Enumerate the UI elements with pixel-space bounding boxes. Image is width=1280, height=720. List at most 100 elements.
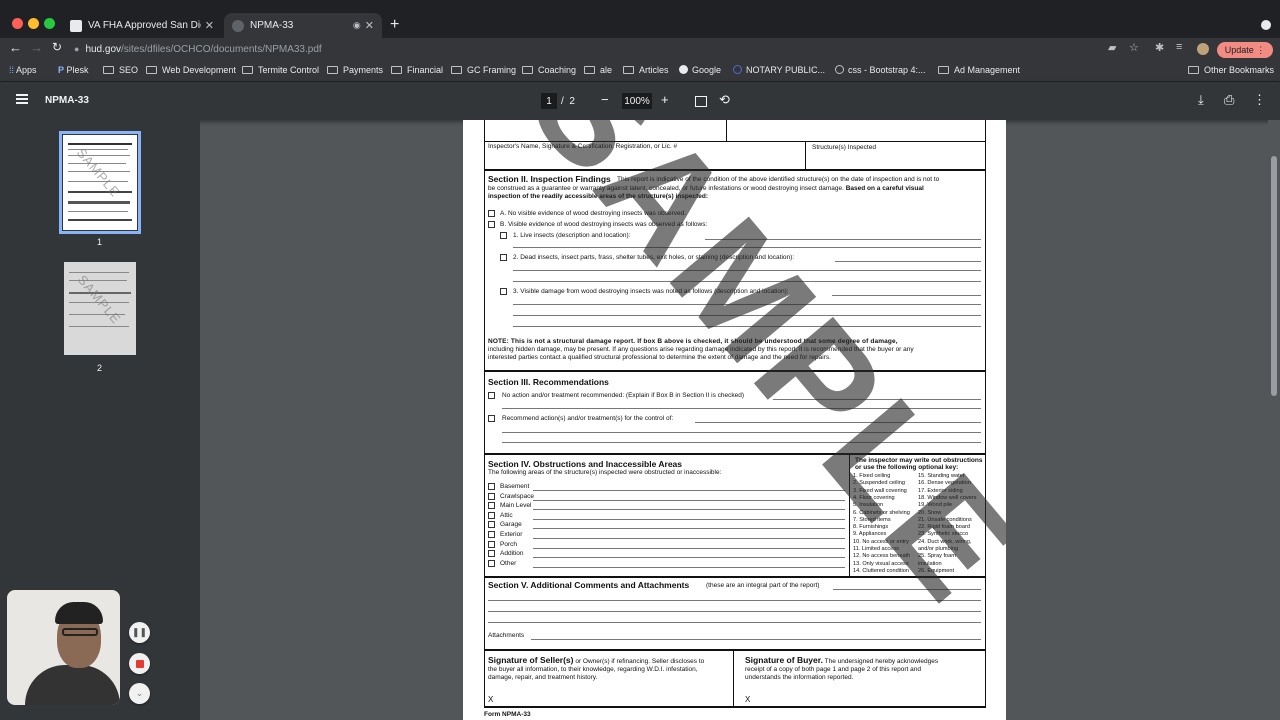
bookmark-notary[interactable]: NOTARY PUBLIC... [733,65,825,75]
area-checkbox[interactable] [488,540,495,548]
bookmark-label: Apps [16,65,37,75]
buyer-text: understands the information reported. [745,674,854,681]
back-icon[interactable]: ← [9,40,22,55]
bookmark-ad-management[interactable]: Ad Management [938,65,1020,75]
minimize-window-button[interactable] [28,18,39,29]
pause-icon: ❚❚ [131,627,148,637]
cast-icon[interactable]: ▰ [1108,41,1116,54]
checkbox-no-action[interactable] [488,392,495,399]
checkbox-a[interactable] [488,210,495,217]
pause-recording-button[interactable]: ❚❚ [129,622,150,643]
bookmark-plesk[interactable]: P Plesk [58,65,89,75]
bookmark-apps[interactable]: ⁞⁞ Apps [9,65,37,75]
bootstrap-icon [835,65,844,74]
area-checkbox[interactable] [488,559,495,567]
page-total: / 2 [561,96,575,107]
tab-strip: VA FHA Approved San Diego T ✕ NPMA-33 ◉ … [0,0,1280,38]
fit-page-icon[interactable] [695,96,707,107]
checkbox-b1[interactable] [500,232,507,239]
webcam-overlay [7,590,120,705]
page-thumbnail-2[interactable]: SAMPLE [64,262,136,355]
more-options-icon[interactable]: ⋮ [1253,92,1266,108]
seller-title: Signature of Seller(s) [488,655,574,665]
bookmark-star-icon[interactable]: ☆ [1129,41,1139,54]
folder-icon [391,66,402,74]
page-thumbnail-1[interactable]: SAMPLE [59,131,141,234]
forward-icon[interactable]: → [30,40,43,55]
bookmark-label: SEO [119,65,139,75]
sidebar-menu-icon[interactable] [16,94,28,104]
zoom-in-icon[interactable]: + [661,92,669,107]
bookmark-coaching[interactable]: Coaching [522,65,576,75]
area-checkbox[interactable] [488,483,495,490]
print-icon[interactable]: ⎙ [1224,92,1234,108]
scrollbar-thumb[interactable] [1271,156,1277,396]
area-checkbox[interactable] [488,521,495,529]
intro-bold: Based on a careful visual [845,185,924,192]
fill-line [533,499,845,501]
reload-icon[interactable]: ↻ [52,40,62,54]
page-number-input[interactable]: 1 [541,93,557,109]
stop-recording-button[interactable] [129,653,150,674]
checkbox-b3[interactable] [500,288,507,295]
bookmark-ale[interactable]: ale [584,65,612,75]
area-checkbox[interactable] [488,550,495,558]
checkbox-b2[interactable] [500,254,507,261]
download-icon[interactable]: ⤓ [1198,92,1204,108]
bookmark-other[interactable]: Other Bookmarks [1188,65,1274,75]
bookmark-css-bootstrap[interactable]: css - Bootstrap 4:... [835,65,926,75]
tab-npma-33[interactable]: NPMA-33 ◉ ✕ [224,13,382,38]
seller-sign-x: X [488,695,494,704]
column-divider [805,141,806,170]
checkbox-b[interactable] [488,221,495,228]
bookmark-termite-control[interactable]: Termite Control [242,65,319,75]
bookmark-gc-framing[interactable]: GC Framing [451,65,516,75]
area-label: Basement [500,483,530,490]
area-checkbox[interactable] [488,531,495,538]
area-checkbox[interactable] [488,511,495,519]
bookmark-payments[interactable]: Payments [327,65,383,75]
checkbox-recommend[interactable] [488,415,495,422]
google-icon [679,65,688,74]
fill-line [835,261,981,262]
new-tab-icon[interactable]: + [390,16,399,34]
zoom-level-input[interactable]: 100% [622,93,652,109]
bookmark-label: Termite Control [258,65,320,75]
area-checkbox[interactable] [488,492,495,500]
folder-icon [103,66,114,74]
form-footer: Form NPMA-33 [484,711,531,718]
fill-line [533,538,845,539]
recommendation-1-label: No action and/or treatment recommended: … [502,392,745,399]
url-path: /sites/dfiles/OCHCO/documents/NPMA33.pdf [121,43,322,55]
update-button[interactable]: Update ⋮ [1217,42,1273,58]
folder-icon [451,66,462,74]
area-checkbox[interactable] [488,502,495,510]
page-scrollbar[interactable] [1268,120,1280,720]
pdf-page: Inspector's Name, Signature & Certificat… [463,120,1006,720]
fill-line [533,509,845,511]
close-tab-icon[interactable]: ✕ [205,19,214,32]
address-bar[interactable]: ● hud.gov/sites/dfiles/OCHCO/documents/N… [74,40,1114,58]
area-label: Addition [500,550,524,558]
extensions-icon[interactable]: ✱ [1155,41,1164,54]
bookmark-articles[interactable]: Articles [623,65,669,75]
close-tab-icon[interactable]: ✕ [365,19,374,32]
zoom-window-button[interactable] [44,18,55,29]
close-window-button[interactable] [12,18,23,29]
tab-search-icon[interactable] [1261,20,1271,30]
profile-avatar[interactable] [1197,43,1209,55]
signature-divider [733,650,734,707]
reading-list-icon[interactable]: ≡ [1176,41,1182,53]
zoom-out-icon[interactable]: − [601,92,609,107]
recommendation-2-label: Recommend action(s) and/or treatment(s) … [502,415,674,422]
thumb-line [69,326,129,327]
bookmark-seo[interactable]: SEO [103,65,138,75]
bookmark-google[interactable]: Google [679,65,721,75]
tab-va-fha[interactable]: VA FHA Approved San Diego T ✕ [62,13,222,38]
bookmark-financial[interactable]: Financial [391,65,443,75]
rotate-icon[interactable]: ⟲ [719,92,730,108]
bookmark-label: GC Framing [467,65,517,75]
thumbnail-label: 1 [97,237,103,247]
bookmark-web-development[interactable]: Web Development [146,65,236,75]
collapse-recorder-button[interactable]: ⌄ [129,683,150,704]
